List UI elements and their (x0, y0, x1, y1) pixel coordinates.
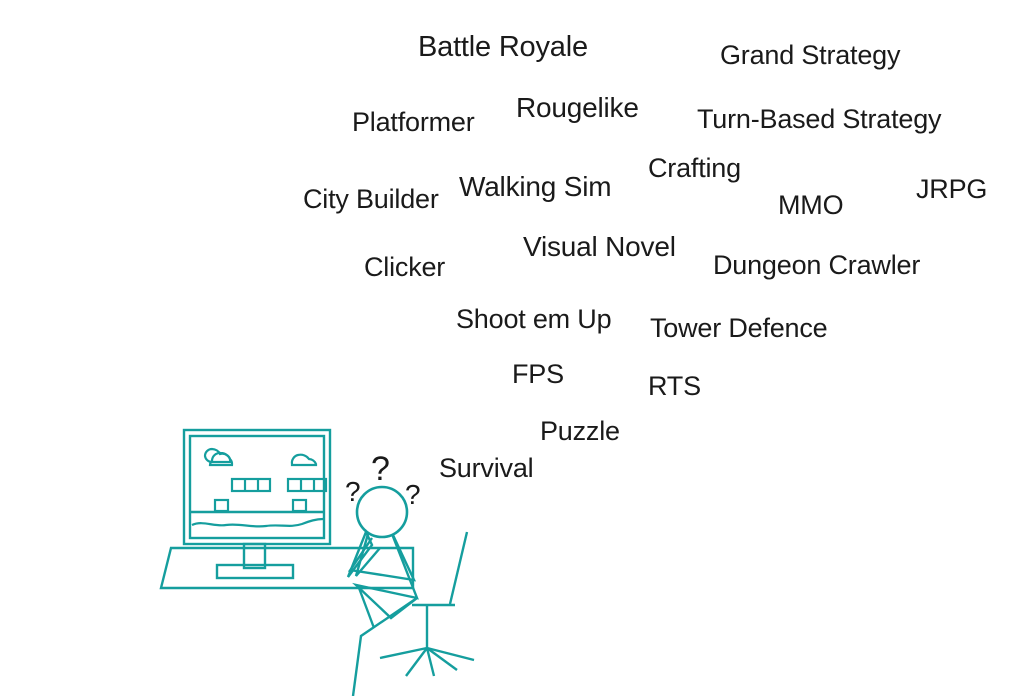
chair-back (448, 531, 469, 605)
genre-label: Rougelike (516, 92, 639, 123)
genre-label: Crafting (648, 153, 741, 183)
genre-label: Shoot em Up (456, 304, 612, 334)
genre-label: MMO (778, 190, 844, 220)
question-mark-icon: ? (405, 479, 421, 510)
monitor-stand-base (215, 563, 295, 580)
genre-label: JRPG (916, 174, 988, 204)
block-left (213, 498, 230, 513)
chair-base-legs (379, 646, 475, 677)
monitor-stand-neck (242, 542, 267, 570)
illustration-canvas: Battle Royale Grand Strategy Platformer Rou… (0, 0, 1024, 696)
genre-label: Tower Defence (650, 313, 828, 343)
genre-label: Dungeon Crawler (713, 250, 921, 280)
genre-label: Survival (439, 453, 534, 483)
chair-group (379, 531, 475, 677)
genre-label: Grand Strategy (720, 40, 901, 70)
person-legs (351, 587, 415, 696)
genre-label: FPS (512, 359, 564, 389)
genre-label: Walking Sim (459, 171, 612, 202)
cloud-left-lobe (208, 451, 234, 467)
person-arms (346, 528, 417, 582)
genre-label: Clicker (364, 252, 446, 282)
person-head (355, 485, 409, 539)
cloud-left (203, 447, 232, 464)
block-right (291, 498, 308, 513)
monitor-screen-border (188, 434, 326, 540)
genre-label: Battle Royale (418, 31, 588, 63)
genre-label: City Builder (303, 184, 439, 214)
platform-left (230, 477, 272, 493)
genre-label: Platformer (352, 107, 475, 137)
genre-label: Turn-Based Strategy (697, 104, 942, 134)
genre-label: RTS (648, 371, 701, 401)
monitor-group (182, 428, 332, 580)
question-mark-icon: ? (371, 450, 390, 488)
question-mark-icon: ? (345, 476, 361, 507)
person-body (352, 533, 419, 620)
desk-surface (159, 546, 415, 590)
cloud-right (290, 453, 318, 467)
genre-label: Visual Novel (523, 231, 676, 262)
terrain-wave (191, 517, 324, 528)
genre-label: Puzzle (540, 416, 620, 446)
monitor-outer-frame (182, 428, 332, 546)
person-group (346, 485, 419, 696)
platform-right (286, 477, 328, 493)
